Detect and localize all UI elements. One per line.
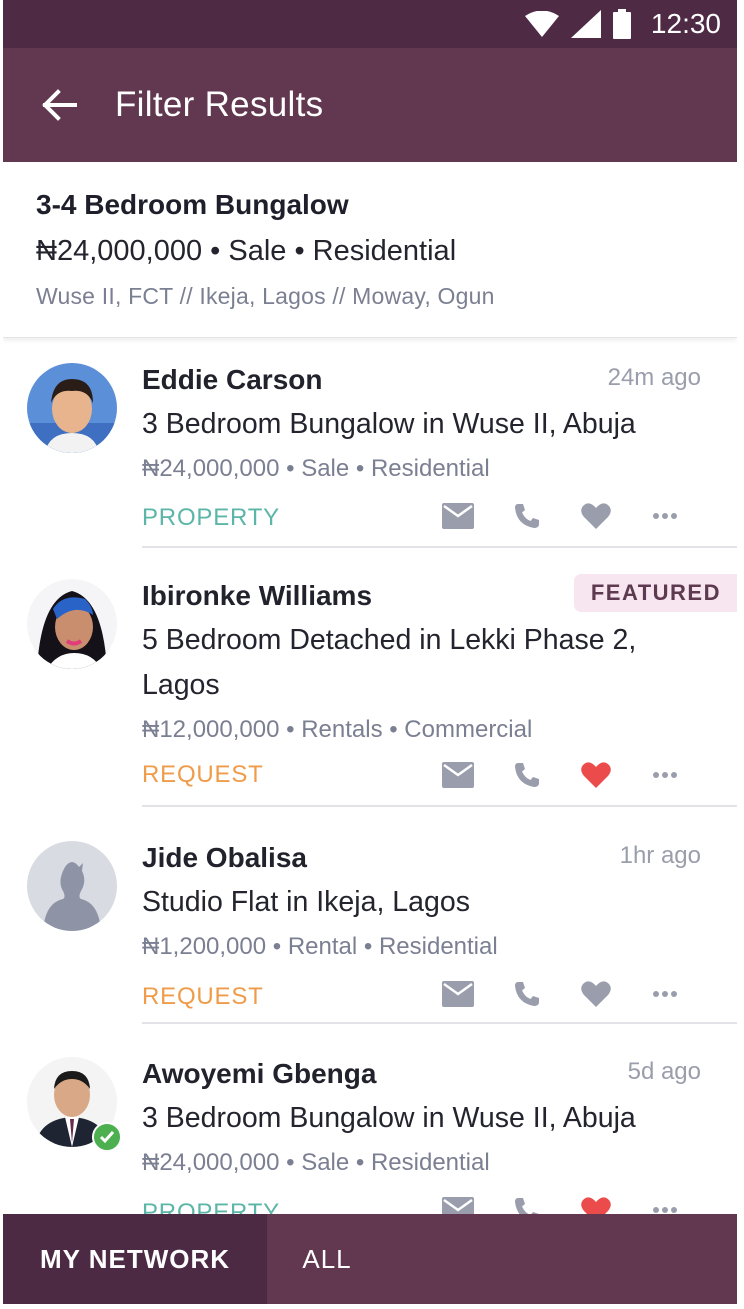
favorite-button[interactable]: [561, 498, 630, 534]
phone-icon: [514, 763, 539, 787]
app-screen: 12:30 Filter Results 3-4 Bedroom Bungalo…: [3, 0, 737, 1304]
listing-actions: [423, 498, 699, 534]
divider: [142, 1022, 737, 1024]
listing-type-tag: REQUEST: [142, 983, 264, 1010]
message-button[interactable]: [423, 757, 492, 793]
search-summary: 3-4 Bedroom Bungalow ₦24,000,000 • Sale …: [3, 162, 737, 338]
poster-name: Eddie Carson: [142, 364, 323, 395]
more-horizontal-icon: [652, 1207, 677, 1213]
summary-title: 3-4 Bedroom Bungalow: [36, 189, 349, 220]
avatar-placeholder: [27, 841, 117, 931]
poster-name: Jide Obalisa: [142, 842, 307, 873]
tab-my-network[interactable]: MY NETWORK: [3, 1214, 267, 1304]
arrow-left-icon: [42, 89, 77, 121]
listing-details: ₦24,000,000 • Sale • Residential: [142, 1149, 490, 1176]
message-button[interactable]: [423, 498, 492, 534]
divider: [142, 805, 737, 807]
avatar: [27, 363, 117, 453]
battery-icon: [612, 9, 631, 39]
listing-details: ₦12,000,000 • Rentals • Commercial: [142, 716, 533, 743]
phone-icon: [514, 982, 539, 1006]
wifi-icon: [524, 11, 559, 37]
status-time: 12:30: [650, 8, 721, 39]
summary-details: ₦24,000,000 • Sale • Residential: [36, 235, 457, 267]
listing-type-tag: PROPERTY: [142, 504, 280, 531]
summary-locations: Wuse II, FCT // Ikeja, Lagos // Moway, O…: [36, 283, 495, 309]
more-button[interactable]: [630, 976, 699, 1012]
timestamp: 1hr ago: [619, 842, 701, 869]
timestamp: 5d ago: [627, 1058, 701, 1085]
status-bar: 12:30: [3, 0, 737, 48]
heart-icon: [580, 762, 611, 788]
more-horizontal-icon: [652, 513, 677, 519]
envelope-icon: [441, 762, 474, 788]
more-button[interactable]: [630, 498, 699, 534]
avatar: [27, 579, 117, 669]
listing-details: ₦24,000,000 • Sale • Residential: [142, 455, 490, 482]
checkmark-icon: [99, 1131, 115, 1144]
favorite-button[interactable]: [561, 976, 630, 1012]
phone-icon: [514, 504, 539, 528]
tab-all[interactable]: ALL: [267, 1214, 387, 1304]
listing-actions: [423, 757, 699, 793]
call-button[interactable]: [492, 976, 561, 1012]
more-button[interactable]: [630, 757, 699, 793]
listing-title[interactable]: Studio Flat in Ikeja, Lagos: [142, 880, 702, 925]
favorite-button[interactable]: [561, 757, 630, 793]
listing-title[interactable]: 3 Bedroom Bungalow in Wuse II, Abuja: [142, 1096, 702, 1141]
listing-details: ₦1,200,000 • Rental • Residential: [142, 933, 498, 960]
bottom-tab-bar: MY NETWORK ALL: [3, 1214, 737, 1304]
timestamp: 24m ago: [607, 364, 701, 391]
list-item[interactable]: Ibironke Williams FEATURED 5 Bedroom Det…: [3, 554, 737, 816]
call-button[interactable]: [492, 757, 561, 793]
envelope-icon: [441, 981, 474, 1007]
heart-icon: [580, 981, 611, 1007]
page-title: Filter Results: [115, 85, 324, 124]
app-bar: Filter Results: [3, 48, 737, 162]
call-button[interactable]: [492, 498, 561, 534]
featured-badge: FEATURED: [573, 574, 737, 612]
more-horizontal-icon: [652, 991, 677, 997]
message-button[interactable]: [423, 976, 492, 1012]
list-item[interactable]: Jide Obalisa 1hr ago Studio Flat in Ikej…: [3, 816, 737, 1032]
envelope-icon: [441, 503, 474, 529]
heart-icon: [580, 503, 611, 529]
listing-title[interactable]: 5 Bedroom Detached in Lekki Phase 2, Lag…: [142, 618, 702, 708]
more-horizontal-icon: [652, 772, 677, 778]
poster-name: Awoyemi Gbenga: [142, 1058, 377, 1089]
listing-title[interactable]: 3 Bedroom Bungalow in Wuse II, Abuja: [142, 402, 702, 447]
poster-name: Ibironke Williams: [142, 580, 373, 611]
verified-badge: [92, 1122, 122, 1152]
back-button[interactable]: [3, 48, 115, 162]
listing-actions: [423, 976, 699, 1012]
list-item[interactable]: Eddie Carson 24m ago 3 Bedroom Bungalow …: [3, 338, 737, 554]
signal-icon: [570, 10, 601, 38]
divider: [142, 546, 737, 548]
listing-type-tag: REQUEST: [142, 761, 264, 788]
